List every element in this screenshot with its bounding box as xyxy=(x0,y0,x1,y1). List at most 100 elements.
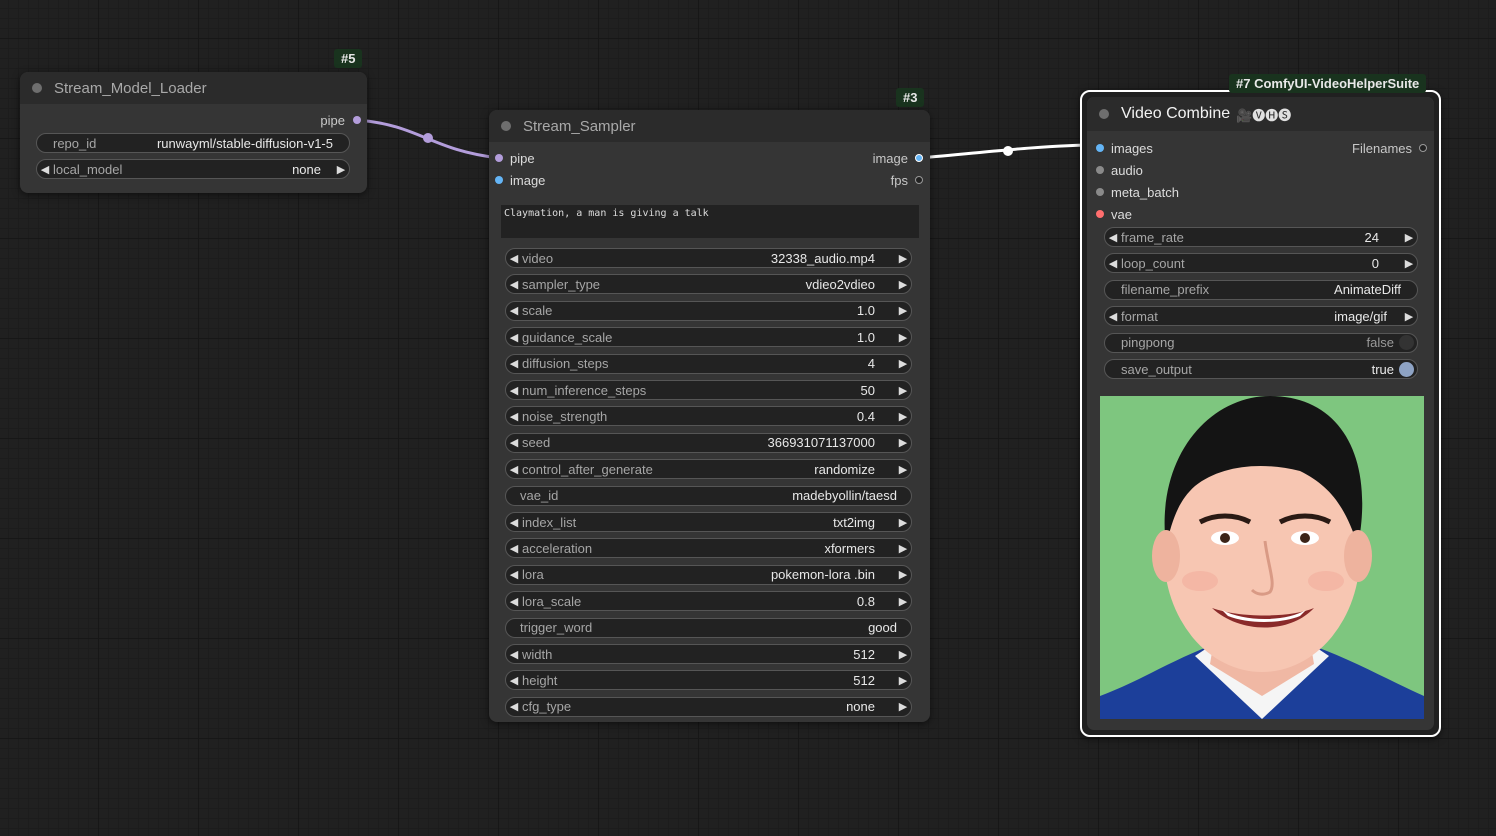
toggle-knob-icon[interactable] xyxy=(1399,335,1414,351)
increment-arrow-icon[interactable]: ▶ xyxy=(895,384,911,397)
increment-arrow-icon[interactable]: ▶ xyxy=(895,463,911,476)
increment-arrow-icon[interactable]: ▶ xyxy=(895,304,911,317)
combine-input-vae[interactable]: vae xyxy=(1096,204,1132,224)
sampler-widget-vae-id[interactable]: vae_id madebyollin/taesd xyxy=(505,485,912,506)
decrement-arrow-icon[interactable]: ◀ xyxy=(506,384,522,397)
sampler-output-image[interactable]: image xyxy=(873,148,923,168)
decrement-arrow-icon[interactable]: ◀ xyxy=(506,648,522,661)
combine-widget-format[interactable]: ◀ format image/gif ▶ xyxy=(1104,306,1418,327)
decrement-arrow-icon[interactable]: ◀ xyxy=(1105,231,1121,244)
video-preview[interactable] xyxy=(1100,396,1424,719)
decrement-arrow-icon[interactable]: ◀ xyxy=(506,304,522,317)
combine-output-filenames[interactable]: Filenames xyxy=(1352,138,1427,158)
sampler-widget-diffusion-steps[interactable]: ◀ diffusion_steps 4 ▶ xyxy=(505,353,912,374)
decrement-arrow-icon[interactable]: ◀ xyxy=(506,436,522,449)
increment-arrow-icon[interactable]: ▶ xyxy=(895,252,911,265)
increment-arrow-icon[interactable]: ▶ xyxy=(895,436,911,449)
combine-input-audio[interactable]: audio xyxy=(1096,160,1143,180)
increment-arrow-icon[interactable]: ▶ xyxy=(1401,257,1417,270)
sampler-widget-cfg-type[interactable]: ◀ cfg_type none ▶ xyxy=(505,696,912,717)
decrement-arrow-icon[interactable]: ◀ xyxy=(506,700,522,713)
local-model-combo[interactable]: ◀ local_model none ▶ xyxy=(36,159,350,179)
sampler-input-image[interactable]: image xyxy=(495,170,545,190)
pipe-output-slot-icon[interactable] xyxy=(353,116,361,124)
input-slot-icon[interactable] xyxy=(1096,144,1104,152)
sampler-widget-index-list[interactable]: ◀ index_list txt2img ▶ xyxy=(505,512,912,532)
decrement-arrow-icon[interactable]: ◀ xyxy=(506,252,522,265)
image-link-midpoint[interactable] xyxy=(1003,146,1013,156)
collapse-dot-icon[interactable] xyxy=(1099,109,1109,119)
combine-widget-save-output[interactable]: save_output true xyxy=(1104,359,1418,379)
increment-arrow-icon[interactable]: ▶ xyxy=(895,542,911,555)
loader-node-header[interactable]: Stream_Model_Loader xyxy=(20,72,367,104)
sampler-widget-width[interactable]: ◀ width 512 ▶ xyxy=(505,644,912,664)
prompt-textarea[interactable]: Claymation, a man is giving a talk xyxy=(501,205,919,238)
decrement-arrow-icon[interactable]: ◀ xyxy=(37,163,53,176)
increment-arrow-icon[interactable]: ▶ xyxy=(895,278,911,291)
loader-output-pipe[interactable]: pipe xyxy=(320,110,361,130)
sampler-widget-seed[interactable]: ◀ seed 366931071137000 ▶ xyxy=(505,432,912,453)
combine-widget-loop-count[interactable]: ◀ loop_count 0 ▶ xyxy=(1104,253,1418,274)
sampler-widget-acceleration[interactable]: ◀ acceleration xformers ▶ xyxy=(505,538,912,559)
decrement-arrow-icon[interactable]: ◀ xyxy=(506,410,522,423)
sampler-widget-lora-scale[interactable]: ◀ lora_scale 0.8 ▶ xyxy=(505,591,912,612)
combine-widget-pingpong[interactable]: pingpong false xyxy=(1104,332,1418,353)
increment-arrow-icon[interactable]: ▶ xyxy=(1401,310,1417,323)
sampler-input-pipe[interactable]: pipe xyxy=(495,148,535,168)
image-input-slot-icon[interactable] xyxy=(495,176,503,184)
increment-arrow-icon[interactable]: ▶ xyxy=(1401,231,1417,244)
stream-sampler-node[interactable]: Stream_Sampler pipe image image fps Clay… xyxy=(489,110,930,722)
collapse-dot-icon[interactable] xyxy=(32,83,42,93)
increment-arrow-icon[interactable]: ▶ xyxy=(895,410,911,423)
decrement-arrow-icon[interactable]: ◀ xyxy=(506,542,522,555)
decrement-arrow-icon[interactable]: ◀ xyxy=(1105,310,1121,323)
decrement-arrow-icon[interactable]: ◀ xyxy=(506,331,522,344)
decrement-arrow-icon[interactable]: ◀ xyxy=(506,516,522,529)
sampler-widget-control-after-generate[interactable]: ◀ control_after_generate randomize ▶ xyxy=(505,459,912,480)
collapse-dot-icon[interactable] xyxy=(501,121,511,131)
sampler-widget-sampler-type[interactable]: ◀ sampler_type vdieo2vdieo ▶ xyxy=(505,274,912,295)
combine-input-images[interactable]: images xyxy=(1096,138,1153,158)
input-slot-icon[interactable] xyxy=(1096,210,1104,218)
sampler-widget-guidance-scale[interactable]: ◀ guidance_scale 1.0 ▶ xyxy=(505,327,912,348)
input-slot-icon[interactable] xyxy=(1096,166,1104,174)
decrement-arrow-icon[interactable]: ◀ xyxy=(506,463,522,476)
sampler-node-header[interactable]: Stream_Sampler xyxy=(489,110,930,142)
sampler-widget-trigger-word[interactable]: trigger_word good xyxy=(505,617,912,638)
pipe-input-slot-icon[interactable] xyxy=(495,154,503,162)
increment-arrow-icon[interactable]: ▶ xyxy=(895,516,911,529)
combine-widget-frame-rate[interactable]: ◀ frame_rate 24 ▶ xyxy=(1104,227,1418,247)
decrement-arrow-icon[interactable]: ◀ xyxy=(506,568,522,581)
decrement-arrow-icon[interactable]: ◀ xyxy=(506,674,522,687)
increment-arrow-icon[interactable]: ▶ xyxy=(895,674,911,687)
decrement-arrow-icon[interactable]: ◀ xyxy=(1105,257,1121,270)
increment-arrow-icon[interactable]: ▶ xyxy=(895,648,911,661)
fps-output-slot-icon[interactable] xyxy=(915,176,923,184)
increment-arrow-icon[interactable]: ▶ xyxy=(895,357,911,370)
toggle-knob-icon[interactable] xyxy=(1399,361,1414,377)
repo-id-field[interactable]: repo_id runwayml/stable-diffusion-v1-5 xyxy=(36,133,350,153)
sampler-widget-noise-strength[interactable]: ◀ noise_strength 0.4 ▶ xyxy=(505,406,912,427)
image-output-slot-icon[interactable] xyxy=(915,154,923,162)
increment-arrow-icon[interactable]: ▶ xyxy=(333,163,349,176)
sampler-widget-scale[interactable]: ◀ scale 1.0 ▶ xyxy=(505,300,912,321)
increment-arrow-icon[interactable]: ▶ xyxy=(895,568,911,581)
decrement-arrow-icon[interactable]: ◀ xyxy=(506,595,522,608)
sampler-widget-video[interactable]: ◀ video 32338_audio.mp4 ▶ xyxy=(505,248,912,268)
pipe-link-midpoint[interactable] xyxy=(423,133,433,143)
increment-arrow-icon[interactable]: ▶ xyxy=(895,595,911,608)
increment-arrow-icon[interactable]: ▶ xyxy=(895,700,911,713)
combine-node-header[interactable]: Video Combine 🎥🅥🅗🅢 xyxy=(1087,97,1434,131)
input-slot-icon[interactable] xyxy=(1096,188,1104,196)
video-combine-node[interactable]: Video Combine 🎥🅥🅗🅢 images audio meta_batch… xyxy=(1080,90,1441,737)
sampler-widget-num-inference-steps[interactable]: ◀ num_inference_steps 50 ▶ xyxy=(505,380,912,400)
combine-input-meta-batch[interactable]: meta_batch xyxy=(1096,182,1179,202)
increment-arrow-icon[interactable]: ▶ xyxy=(895,331,911,344)
sampler-widget-height[interactable]: ◀ height 512 ▶ xyxy=(505,670,912,691)
decrement-arrow-icon[interactable]: ◀ xyxy=(506,278,522,291)
sampler-widget-lora[interactable]: ◀ lora pokemon-lora .bin ▶ xyxy=(505,564,912,585)
stream-model-loader-node[interactable]: Stream_Model_Loader pipe repo_id runwaym… xyxy=(20,72,367,193)
combine-widget-filename-prefix[interactable]: filename_prefix AnimateDiff xyxy=(1104,279,1418,300)
sampler-output-fps[interactable]: fps xyxy=(891,170,923,190)
filenames-output-slot-icon[interactable] xyxy=(1419,144,1427,152)
